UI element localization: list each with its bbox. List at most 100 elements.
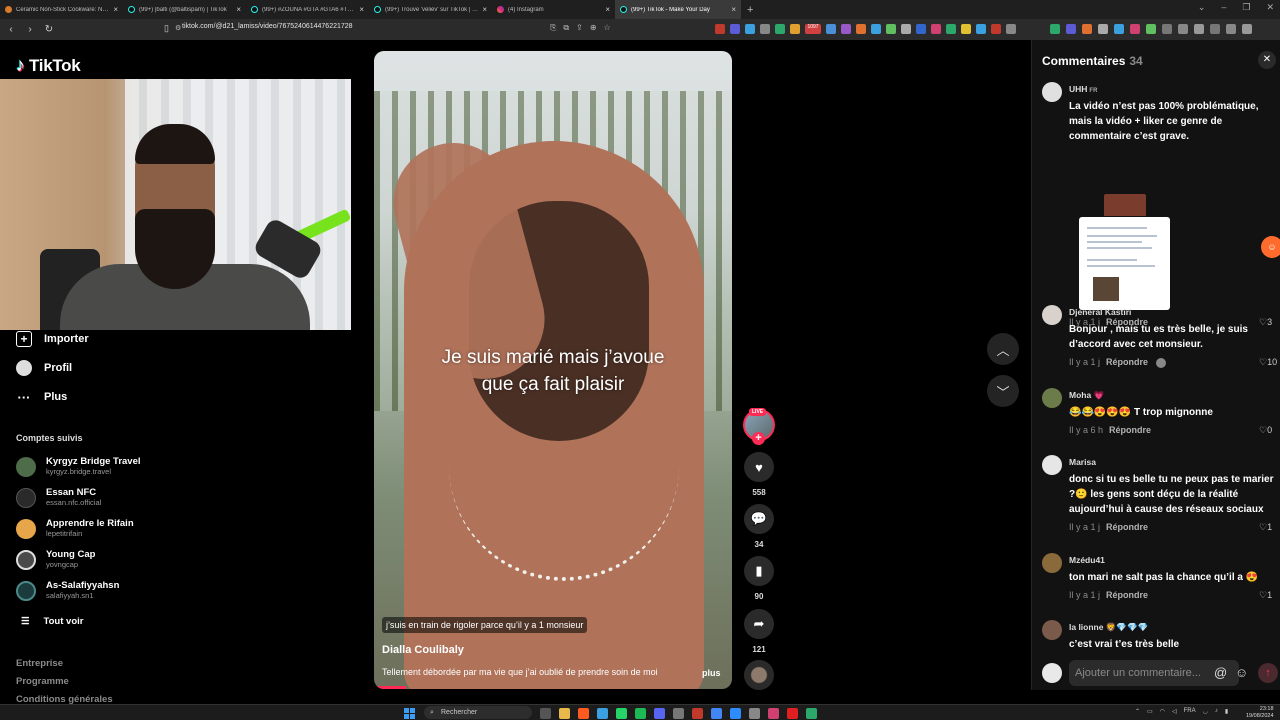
downloads-icon[interactable] <box>1210 24 1220 34</box>
extension-icon[interactable] <box>1050 24 1060 34</box>
windows-start-icon[interactable] <box>404 708 415 719</box>
comment-like[interactable]: ♡1 <box>1259 522 1272 533</box>
extension-icon[interactable] <box>841 24 851 34</box>
comment-username[interactable]: Mzédu41 <box>1069 555 1105 565</box>
spotify-icon[interactable] <box>635 708 646 719</box>
follow-plus-button[interactable]: + <box>752 432 765 445</box>
comment-button[interactable]: 💬 <box>744 504 774 534</box>
extension-icon[interactable] <box>730 24 740 34</box>
extension-icon[interactable] <box>901 24 911 34</box>
share-button[interactable]: ➦ <box>744 609 774 639</box>
whatsapp-icon[interactable] <box>616 708 627 719</box>
extension-icon[interactable] <box>886 24 896 34</box>
app-icon[interactable] <box>768 708 779 719</box>
browser-tab[interactable]: (99+) #ZOUNA #GTA #GTA6 #TRAILE × <box>246 0 369 19</box>
app-icon[interactable] <box>806 708 817 719</box>
extension-icon[interactable] <box>1082 24 1092 34</box>
followed-account[interactable]: Essan NFC essan.nfc.official <box>16 487 101 508</box>
reply-button[interactable]: Répondre <box>1106 590 1148 600</box>
video-player[interactable]: Je suis marié mais j’avoue que ça fait p… <box>374 51 732 689</box>
wifi-icon[interactable]: ◡ <box>1203 708 1208 715</box>
new-tab-button[interactable]: + <box>747 4 753 16</box>
previous-video-button[interactable]: ︿ <box>987 333 1019 365</box>
menu-icon[interactable] <box>1242 24 1252 34</box>
reload-icon[interactable]: ↻ <box>41 24 57 35</box>
browser-tab[interactable]: (99+) |balti (@baltispam) | TikTok × <box>123 0 246 19</box>
discord-icon[interactable] <box>654 708 665 719</box>
reply-button[interactable]: Répondre <box>1106 357 1148 367</box>
profile-icon[interactable] <box>1226 24 1236 34</box>
volume-icon[interactable]: ◁ <box>1172 708 1177 715</box>
extension-icon[interactable] <box>1066 24 1076 34</box>
forward-icon[interactable]: › <box>22 24 38 35</box>
avatar[interactable] <box>1042 388 1062 408</box>
extension-icon[interactable] <box>1146 24 1156 34</box>
puzzle-icon[interactable] <box>1178 24 1188 34</box>
comment-like[interactable]: ♡1 <box>1259 590 1272 601</box>
nav-item-plus[interactable]: ··· Plus <box>16 389 68 405</box>
close-tab-icon[interactable]: × <box>482 5 487 14</box>
see-all-link[interactable]: ☰ Tout voir <box>21 616 83 627</box>
nav-item-importer[interactable]: + Importer <box>16 331 89 347</box>
close-tab-icon[interactable]: × <box>236 5 241 14</box>
network-icon[interactable]: ◠ <box>1160 708 1165 715</box>
share-icon[interactable]: ⇪ <box>576 23 583 33</box>
video-progress-bar[interactable] <box>374 686 407 689</box>
close-tab-icon[interactable]: × <box>731 5 736 14</box>
reply-button[interactable]: Répondre <box>1106 522 1148 532</box>
speaker-icon[interactable]: ♪ <box>1215 708 1218 715</box>
more-button[interactable]: plus <box>702 668 721 678</box>
extension-icon[interactable] <box>961 24 971 34</box>
comment-username[interactable]: Djeneral Kastiri <box>1069 307 1131 317</box>
reply-button[interactable]: Répondre <box>1109 425 1151 435</box>
comment-username[interactable]: la lionne 🦁💎💎💎 <box>1069 622 1148 633</box>
extension-badge-icon[interactable]: 1097 <box>805 24 821 34</box>
tiktok-logo[interactable]: ♪ TikTok <box>16 55 81 76</box>
extension-icon[interactable] <box>760 24 770 34</box>
back-icon[interactable]: ‹ <box>3 24 19 35</box>
avatar[interactable] <box>1042 553 1062 573</box>
nav-item-profil[interactable]: Profil <box>16 360 72 376</box>
music-disc[interactable] <box>744 660 774 690</box>
avatar[interactable] <box>1042 82 1062 102</box>
followed-account[interactable]: Young Cap yovngcap <box>16 549 95 570</box>
extension-icon[interactable] <box>1130 24 1140 34</box>
comment-username[interactable]: Moha 💗 <box>1069 390 1104 401</box>
app-icon[interactable] <box>749 708 760 719</box>
browser-tab[interactable]: Ceramic Non-Stick Cookware: Non-T × <box>0 0 123 19</box>
video-author[interactable]: Dialla Coulibaly <box>382 644 464 656</box>
footer-link[interactable]: Conditions générales <box>16 694 113 704</box>
app-icon[interactable] <box>692 708 703 719</box>
footer-link[interactable]: Entreprise <box>16 658 63 669</box>
star-icon[interactable]: ☆ <box>604 23 611 33</box>
extension-icon[interactable] <box>976 24 986 34</box>
file-explorer-icon[interactable] <box>559 708 570 719</box>
extension-icon[interactable] <box>775 24 785 34</box>
avatar[interactable] <box>1042 620 1062 640</box>
url-field[interactable]: tiktok.com/@d21_lamiss/video/76752406144… <box>182 23 353 30</box>
task-view-icon[interactable] <box>540 708 551 719</box>
open-external-icon[interactable]: ⧉ <box>563 23 569 33</box>
followed-account[interactable]: Kyrgyz Bridge Travel kyrgyz.bridge.travel <box>16 456 141 477</box>
browser-tab-active[interactable]: (99+) TikTok - Make Your Day × <box>615 0 741 19</box>
comment-username[interactable]: UHH FR <box>1069 84 1097 94</box>
extension-icon[interactable] <box>946 24 956 34</box>
like-button[interactable]: ♥ <box>744 452 774 482</box>
tray-chevron-icon[interactable]: ⌃ <box>1135 708 1140 715</box>
app-icon[interactable] <box>730 708 741 719</box>
emoji-icon[interactable]: ☺ <box>1235 665 1248 680</box>
taskbar-clock[interactable]: 23:18 19/08/2024 <box>1246 706 1274 720</box>
app-icon[interactable] <box>787 708 798 719</box>
extension-icon[interactable] <box>871 24 881 34</box>
taskbar-search[interactable]: ⌕ Rechercher <box>424 706 532 719</box>
followed-account[interactable]: As-Salafiyyahsn salafiyyah.sn1 <box>16 580 119 601</box>
comment-screenshot-image[interactable] <box>1079 194 1170 310</box>
maximize-icon[interactable]: ❐ <box>1242 2 1250 13</box>
sidebar-toggle-icon[interactable] <box>1194 24 1204 34</box>
floating-badge-icon[interactable]: ☺ <box>1261 236 1280 258</box>
app-icon[interactable] <box>673 708 684 719</box>
next-video-button[interactable]: ﹀ <box>987 375 1019 407</box>
battery-icon[interactable]: ▭ <box>1147 708 1153 715</box>
extension-icon[interactable] <box>991 24 1001 34</box>
battery-icon[interactable]: ▮ <box>1225 708 1228 715</box>
